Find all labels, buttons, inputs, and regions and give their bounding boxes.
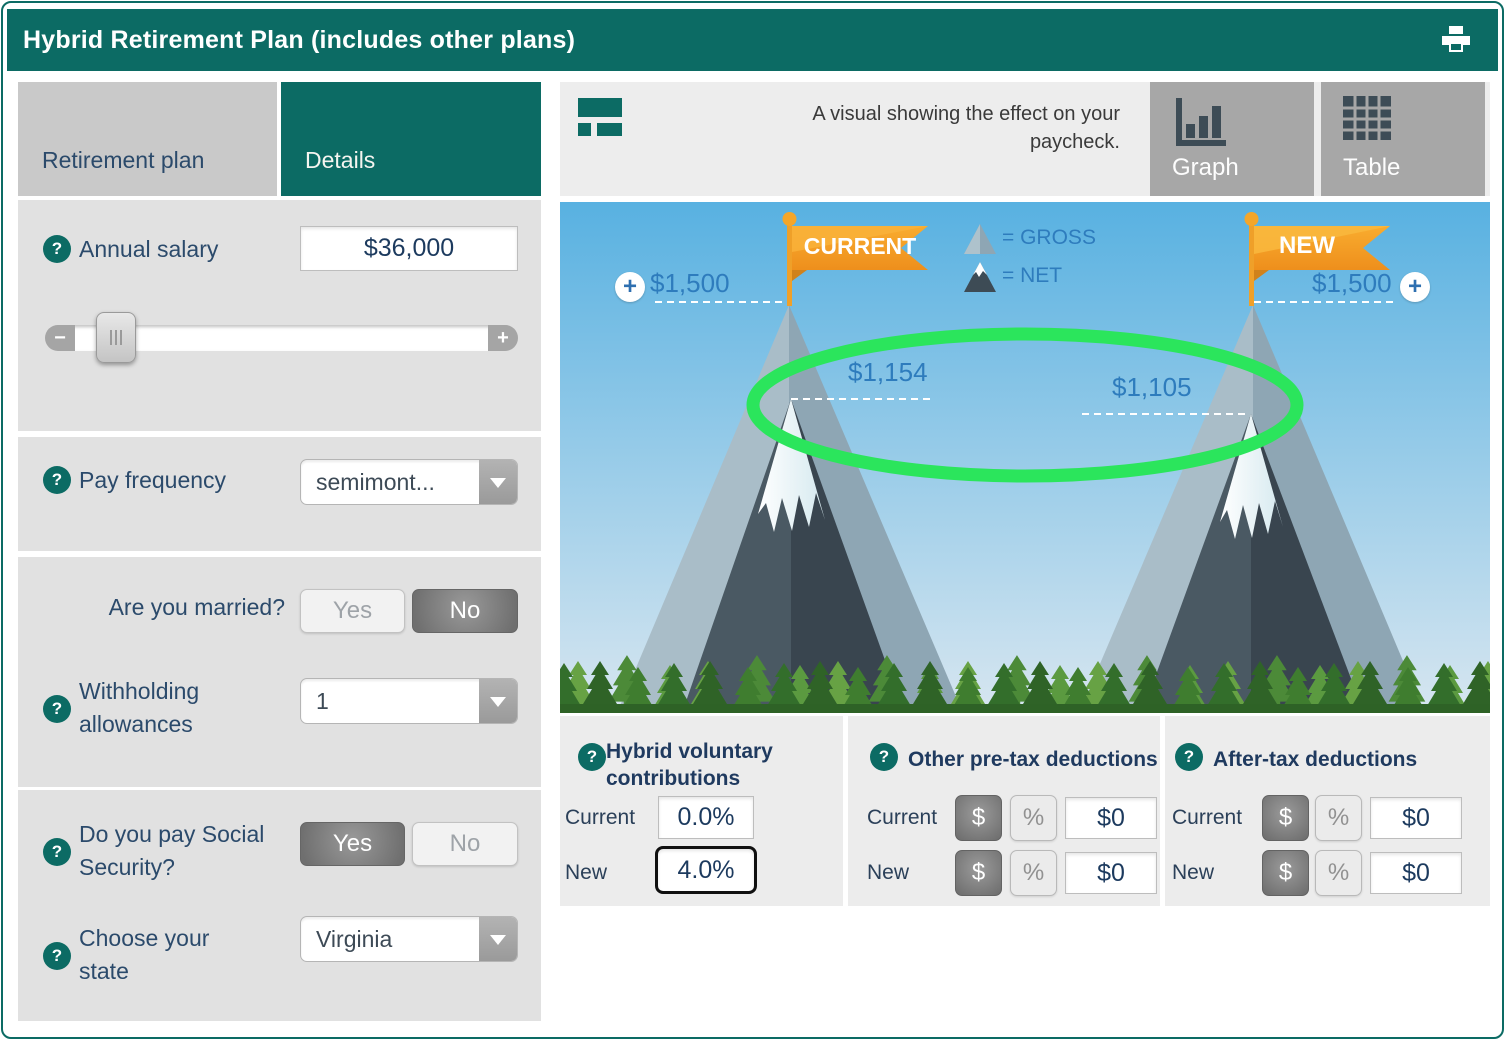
aftertax-new-label: New <box>1172 861 1214 885</box>
married-yes-label: Yes <box>333 597 372 625</box>
deductions-panel: ? Hybrid voluntary contributions Current… <box>560 716 1490 906</box>
graph-view-button[interactable]: Graph <box>1150 82 1314 196</box>
tab-retirement-plan-label: Retirement plan <box>42 147 204 174</box>
aftertax-new-input[interactable] <box>1370 852 1462 894</box>
plus-icon: + <box>497 327 509 350</box>
table-grid-icon <box>1343 96 1393 142</box>
table-view-label: Table <box>1343 154 1400 182</box>
aftertax-current-percent-button[interactable]: % <box>1315 795 1362 841</box>
married-yes-button[interactable]: Yes <box>300 589 405 633</box>
print-icon <box>1438 25 1474 55</box>
salary-slider-plus-button[interactable]: + <box>488 325 518 351</box>
pretax-new-input[interactable] <box>1065 852 1157 894</box>
pay-frequency-help-icon[interactable]: ? <box>43 466 71 494</box>
new-net-amount: $1,105 <box>1112 372 1192 403</box>
aftertax-deductions-title: After-tax deductions <box>1213 746 1453 773</box>
slider-handle-grip-icon <box>115 330 117 345</box>
state-label: Choose your state <box>79 922 249 988</box>
state-value: Virginia <box>301 926 479 953</box>
tab-details[interactable]: Details <box>281 82 541 196</box>
new-flag-label: NEW <box>1257 232 1357 260</box>
withholding-select[interactable]: 1 <box>300 678 518 724</box>
pay-frequency-value: semimont... <box>301 469 479 496</box>
overview-icon <box>578 98 624 142</box>
current-gross-amount: $1,500 <box>650 268 730 299</box>
settings-sidebar: Retirement plan Details ? Annual salary … <box>18 82 541 1021</box>
tab-details-label: Details <box>305 147 375 174</box>
annual-salary-section: ? Annual salary − + <box>18 200 541 431</box>
new-gross-expand-button[interactable]: + <box>1400 272 1430 302</box>
social-security-label: Do you pay Social Security? <box>79 818 304 884</box>
tab-retirement-plan[interactable]: Retirement plan <box>18 82 277 196</box>
pretax-current-label: Current <box>867 806 937 830</box>
withholding-value: 1 <box>301 688 479 715</box>
married-no-button[interactable]: No <box>412 589 518 633</box>
social-security-help-icon[interactable]: ? <box>43 838 71 866</box>
pretax-deductions-help-icon[interactable]: ? <box>870 743 898 771</box>
social-security-no-label: No <box>450 830 481 858</box>
salary-slider-minus-button[interactable]: − <box>45 325 75 351</box>
current-net-amount: $1,154 <box>848 357 928 388</box>
social-security-state-section: ? Do you pay Social Security? Yes No ? C… <box>18 790 541 1021</box>
married-label: Are you married? <box>18 591 285 624</box>
hybrid-current-label: Current <box>565 806 635 830</box>
pretax-new-dollar-button[interactable]: $ <box>955 850 1002 896</box>
dropdown-arrow-icon <box>479 679 517 723</box>
annual-salary-label: Annual salary <box>79 233 218 266</box>
app-window: Hybrid Retirement Plan (includes other p… <box>0 0 1505 1040</box>
annual-salary-help-icon[interactable]: ? <box>43 235 71 263</box>
paycheck-overview-visual: CURRENT NEW + $1,500 $1,500 + = GROSS = … <box>560 202 1490 713</box>
current-flag-label: CURRENT <box>800 233 920 260</box>
new-gross-amount: $1,500 <box>1312 268 1392 299</box>
pretax-current-percent-button[interactable]: % <box>1010 795 1057 841</box>
pretax-deductions-title: Other pre-tax deductions <box>908 746 1168 773</box>
hybrid-contributions-title: Hybrid voluntary contributions <box>606 738 796 792</box>
current-gross-expand-button[interactable]: + <box>615 272 645 302</box>
title-bar: Hybrid Retirement Plan (includes other p… <box>7 9 1498 71</box>
marital-withholding-section: Are you married? Yes No ? Withholding al… <box>18 557 541 787</box>
salary-slider-handle[interactable] <box>96 312 136 363</box>
view-switcher-bar: Overview A visual showing the effect on … <box>560 82 1490 196</box>
social-security-yes-button[interactable]: Yes <box>300 822 405 866</box>
aftertax-new-dollar-button[interactable]: $ <box>1262 850 1309 896</box>
annual-salary-input[interactable] <box>300 226 518 271</box>
pretax-new-percent-button[interactable]: % <box>1010 850 1057 896</box>
aftertax-current-input[interactable] <box>1370 797 1462 839</box>
bar-chart-icon <box>1172 94 1228 150</box>
pay-frequency-label: Pay frequency <box>79 464 226 497</box>
dropdown-arrow-icon <box>479 460 517 504</box>
hybrid-contributions-help-icon[interactable]: ? <box>578 743 606 771</box>
withholding-help-icon[interactable]: ? <box>43 695 71 723</box>
page-title: Hybrid Retirement Plan (includes other p… <box>23 26 575 55</box>
pretax-current-dollar-button[interactable]: $ <box>955 795 1002 841</box>
hybrid-current-input[interactable] <box>658 796 754 839</box>
pretax-current-input[interactable] <box>1065 797 1157 839</box>
pay-frequency-section: ? Pay frequency semimont... <box>18 437 541 551</box>
hybrid-new-label: New <box>565 861 607 885</box>
aftertax-deductions-help-icon[interactable]: ? <box>1175 743 1203 771</box>
married-no-label: No <box>450 597 481 625</box>
pay-frequency-select[interactable]: semimont... <box>300 459 518 505</box>
table-view-button[interactable]: Table <box>1321 82 1485 196</box>
forest-treeline <box>560 653 1490 713</box>
social-security-yes-label: Yes <box>333 830 372 858</box>
minus-icon: − <box>54 327 66 350</box>
pretax-new-label: New <box>867 861 909 885</box>
withholding-label: Withholding allowances <box>79 675 239 741</box>
print-button[interactable] <box>1436 23 1476 57</box>
aftertax-new-percent-button[interactable]: % <box>1315 850 1362 896</box>
hybrid-new-input[interactable] <box>655 846 757 894</box>
legend-gross-label: = GROSS <box>1002 226 1096 250</box>
state-help-icon[interactable]: ? <box>43 942 71 970</box>
social-security-no-button[interactable]: No <box>412 822 518 866</box>
aftertax-current-dollar-button[interactable]: $ <box>1262 795 1309 841</box>
dropdown-arrow-icon <box>479 917 517 961</box>
state-select[interactable]: Virginia <box>300 916 518 962</box>
view-description: A visual showing the effect on your payc… <box>790 100 1120 156</box>
graph-view-label: Graph <box>1172 154 1239 182</box>
aftertax-current-label: Current <box>1172 806 1242 830</box>
legend-net-label: = NET <box>1002 264 1062 288</box>
